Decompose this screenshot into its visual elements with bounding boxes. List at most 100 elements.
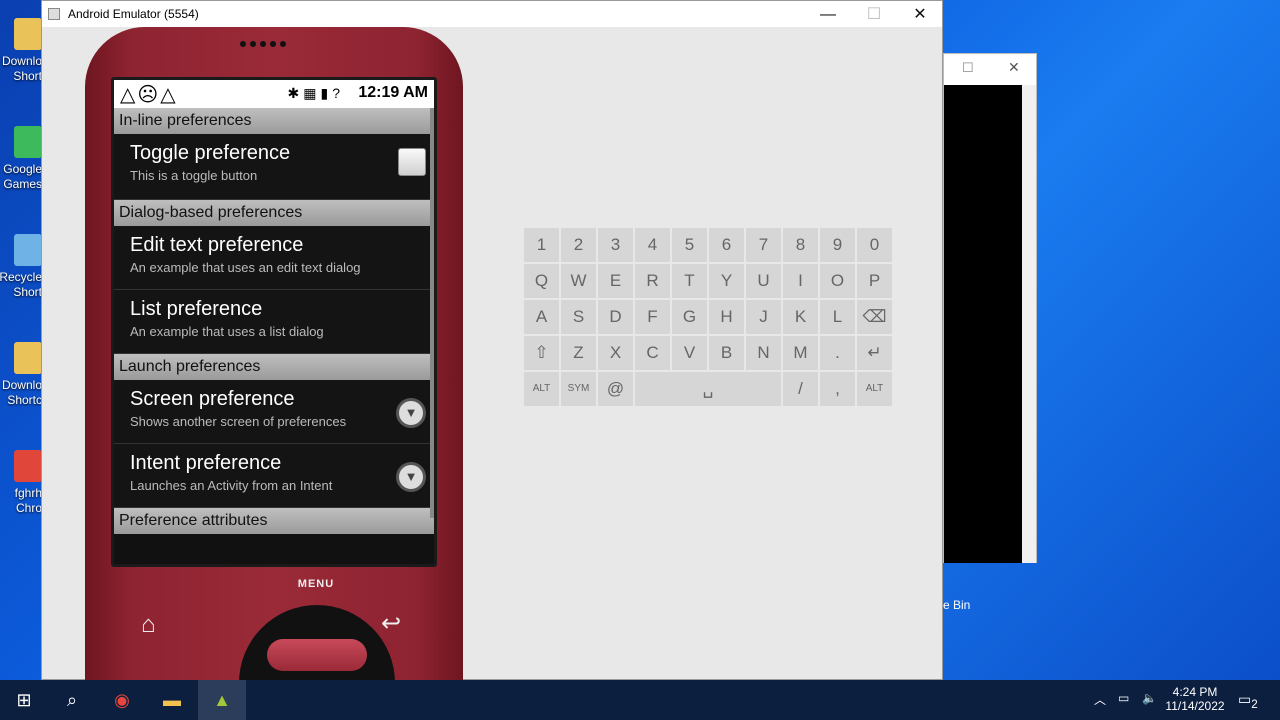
android-emulator-taskbar-icon[interactable]: ▲ — [198, 680, 246, 720]
key[interactable]: R — [634, 263, 671, 299]
phone-screen: △☹△ ✱▦▮? 12:19 AM In-line preferences Tog… — [111, 77, 437, 567]
desktop-icon-label: Recycle — [0, 270, 42, 284]
maximize-button[interactable]: ☐ — [851, 1, 897, 28]
key[interactable]: M — [782, 335, 819, 371]
desktop-icon-label: Games — [3, 177, 42, 191]
key[interactable]: B — [708, 335, 745, 371]
preference-summary: Shows another screen of preferences — [130, 414, 347, 429]
key[interactable]: . — [819, 335, 856, 371]
key-space[interactable]: ␣ — [634, 371, 782, 407]
file-explorer-icon[interactable]: ▬ — [148, 680, 196, 720]
key[interactable]: Z — [560, 335, 597, 371]
key[interactable]: Y — [708, 263, 745, 299]
desktop-icon[interactable]: Downlo Shortc — [0, 334, 42, 424]
emulator-window: Android Emulator (5554) — ☐ ✕ △☹△ ✱▦▮? 1… — [41, 0, 943, 715]
toggle-checkbox[interactable] — [398, 148, 426, 176]
status-bar: △☹△ ✱▦▮? 12:19 AM — [114, 80, 434, 108]
key[interactable]: S — [560, 299, 597, 335]
preference-item[interactable]: Toggle preference This is a toggle button — [114, 134, 434, 200]
taskbar: ⊞ ⌕ ◉ ▬ ▲ ︿ ▭ 🔈 4:24 PM 11/14/2022 ▭2 — [0, 680, 1280, 720]
key[interactable]: P — [856, 263, 893, 299]
volume-icon[interactable]: 🔈 — [1142, 691, 1157, 705]
key-at[interactable]: @ — [597, 371, 634, 407]
key[interactable]: ⌫ — [856, 299, 893, 335]
desktop-icon-label: Google — [3, 162, 42, 176]
key[interactable]: E — [597, 263, 634, 299]
menu-button[interactable]: MENU — [271, 571, 361, 597]
key[interactable]: V — [671, 335, 708, 371]
key[interactable]: 4 — [634, 227, 671, 263]
chrome-icon[interactable]: ◉ — [98, 680, 146, 720]
desktop-icon[interactable]: Downlo Short — [0, 10, 42, 100]
key-alt-left[interactable]: ALT — [523, 371, 560, 407]
preference-item[interactable]: Edit text preference An example that uses… — [114, 226, 434, 290]
dpad-center[interactable] — [267, 639, 367, 671]
desktop-icon[interactable]: fghrh Chro — [0, 442, 42, 532]
key[interactable]: L — [819, 299, 856, 335]
close-icon[interactable]: ✕ — [1008, 59, 1020, 76]
expand-arrow-icon[interactable]: ▼ — [396, 398, 426, 428]
key[interactable]: ⇧ — [523, 335, 560, 371]
preference-summary: An example that uses an edit text dialog — [130, 260, 361, 275]
search-icon[interactable]: ⌕ — [48, 680, 96, 720]
key[interactable]: F — [634, 299, 671, 335]
preference-summary: An example that uses a list dialog — [130, 324, 324, 339]
key[interactable]: G — [671, 299, 708, 335]
preference-item[interactable]: Intent preference Launches an Activity fr… — [114, 444, 434, 508]
back-icon[interactable]: ↩ — [381, 609, 401, 638]
start-icon[interactable]: ⊞ — [0, 680, 48, 720]
background-window[interactable]: ☐ ✕ — [943, 53, 1037, 563]
tray-clock[interactable]: 4:24 PM 11/14/2022 — [1164, 685, 1226, 713]
scrollbar[interactable] — [1022, 85, 1036, 563]
preference-item[interactable]: List preference An example that uses a li… — [114, 290, 434, 354]
system-icons: ✱▦▮? — [287, 85, 344, 101]
desktop-icon-label: Chro — [15, 501, 42, 515]
key[interactable]: I — [782, 263, 819, 299]
key[interactable]: W — [560, 263, 597, 299]
title-bar[interactable]: Android Emulator (5554) — ☐ ✕ — [42, 1, 942, 28]
key[interactable]: 9 — [819, 227, 856, 263]
home-icon[interactable]: ⌂ — [141, 611, 156, 639]
tray-up-icon[interactable]: ︿ — [1094, 691, 1106, 708]
key[interactable]: A — [523, 299, 560, 335]
key[interactable]: N — [745, 335, 782, 371]
maximize-icon[interactable]: ☐ — [962, 60, 974, 76]
preference-item[interactable]: Screen preference Shows another screen of… — [114, 380, 434, 444]
key[interactable]: X — [597, 335, 634, 371]
key[interactable]: ↵ — [856, 335, 893, 371]
desktop-icon[interactable]: Recycle Short — [0, 226, 42, 316]
key-alt-right[interactable]: ALT — [856, 371, 893, 407]
key[interactable]: K — [782, 299, 819, 335]
desktop-icon-label: Downlo — [1, 378, 42, 392]
key[interactable]: T — [671, 263, 708, 299]
key[interactable]: 7 — [745, 227, 782, 263]
key[interactable]: 0 — [856, 227, 893, 263]
key[interactable]: 2 — [560, 227, 597, 263]
desktop-icon-label: Shortc — [7, 393, 42, 407]
key[interactable]: 6 — [708, 227, 745, 263]
category-header: Preference attributes — [114, 508, 434, 534]
list-scrollbar — [430, 108, 434, 518]
key[interactable]: 3 — [597, 227, 634, 263]
key[interactable]: D — [597, 299, 634, 335]
key-comma[interactable]: , — [819, 371, 856, 407]
key[interactable]: C — [634, 335, 671, 371]
shortcut-icon — [14, 126, 42, 158]
expand-arrow-icon[interactable]: ▼ — [396, 462, 426, 492]
network-icon[interactable]: ▭ — [1118, 691, 1129, 705]
key[interactable]: 1 — [523, 227, 560, 263]
key[interactable]: O — [819, 263, 856, 299]
key[interactable]: H — [708, 299, 745, 335]
key[interactable]: J — [745, 299, 782, 335]
key[interactable]: Q — [523, 263, 560, 299]
key-sym[interactable]: SYM — [560, 371, 597, 407]
desktop-icon[interactable]: Google Games — [0, 118, 42, 208]
notifications-icon[interactable]: ▭2 — [1238, 691, 1258, 711]
key[interactable]: 5 — [671, 227, 708, 263]
shortcut-icon — [14, 18, 42, 50]
key[interactable]: 8 — [782, 227, 819, 263]
key-slash[interactable]: / — [782, 371, 819, 407]
close-button[interactable]: ✕ — [897, 1, 943, 28]
key[interactable]: U — [745, 263, 782, 299]
minimize-button[interactable]: — — [805, 1, 851, 28]
